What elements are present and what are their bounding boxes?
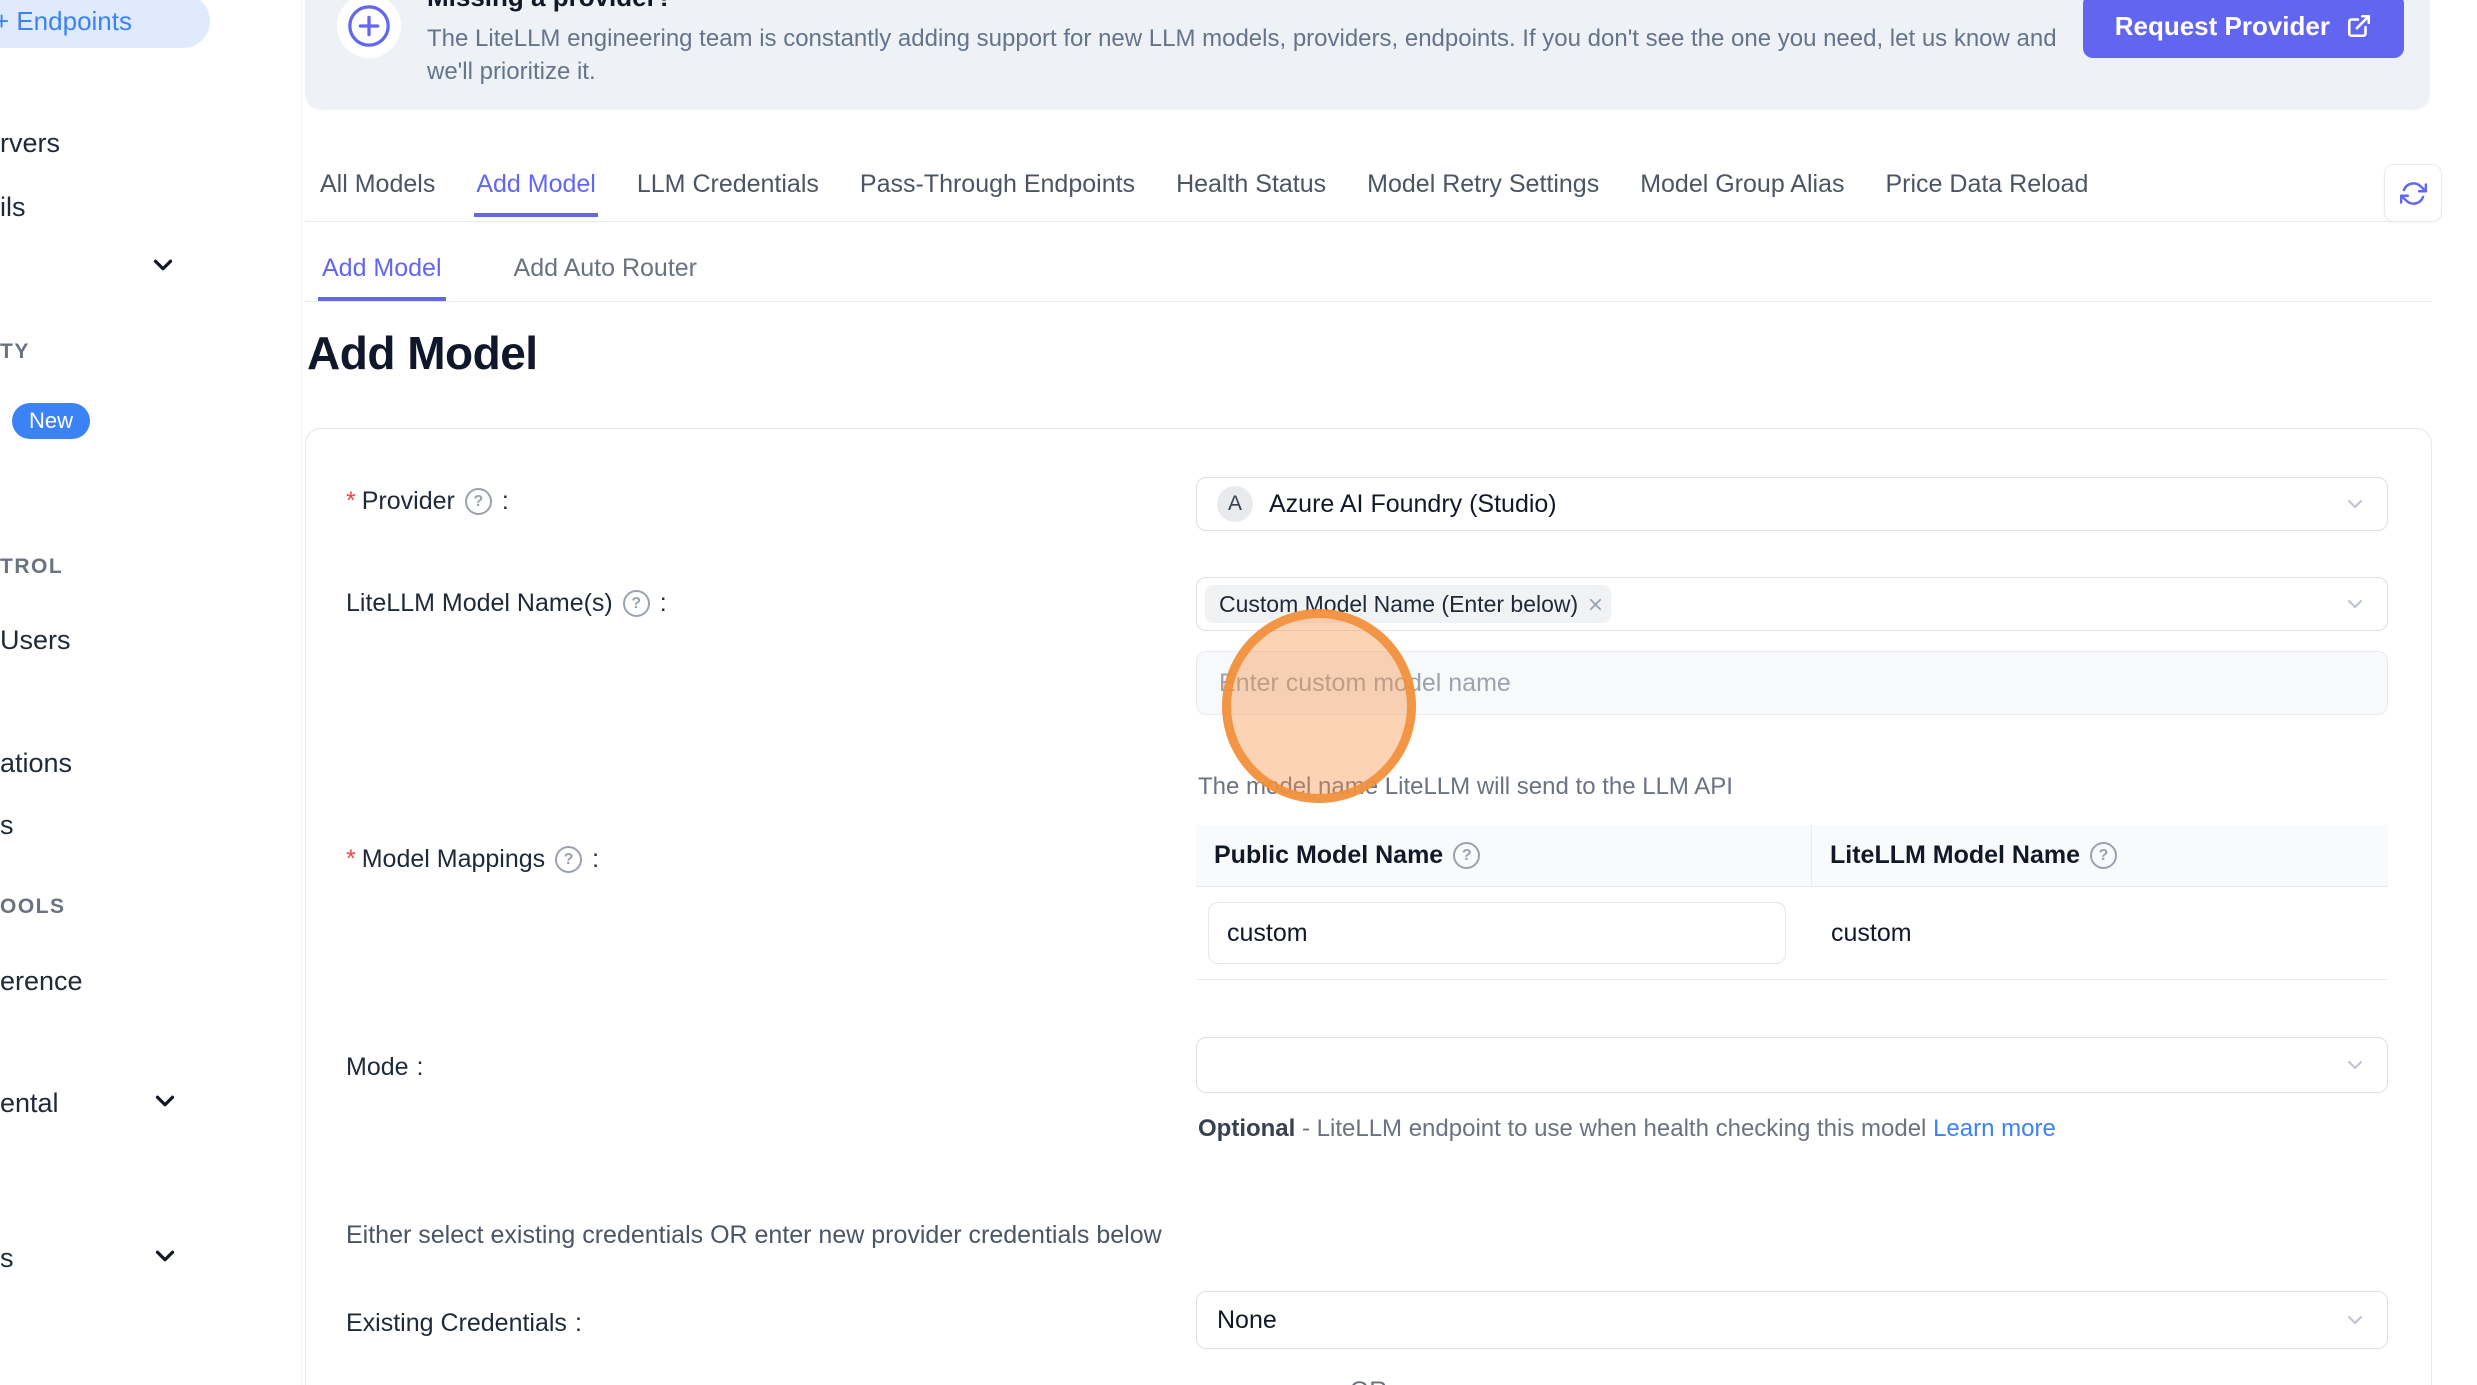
- chevron-down-icon: [2343, 592, 2367, 616]
- sidebar-section-tools: OOLS: [0, 895, 66, 919]
- or-divider: OR: [306, 1377, 2431, 1385]
- public-model-name-header: Public Model Name ?: [1196, 825, 1811, 886]
- litellm-model-name-header: LiteLLM Model Name ?: [1811, 825, 2388, 886]
- new-badge: New: [12, 403, 90, 439]
- chevron-down-icon[interactable]: [148, 250, 178, 280]
- required-mark: *: [346, 487, 356, 516]
- tab-all-models[interactable]: All Models: [318, 168, 437, 217]
- model-names-label: LiteLLM Model Name(s) ? :: [346, 589, 667, 618]
- subtab-add-auto-router[interactable]: Add Auto Router: [510, 252, 701, 301]
- sidebar-item-details[interactable]: ils: [0, 192, 26, 223]
- mode-select[interactable]: [1196, 1037, 2388, 1093]
- request-provider-button[interactable]: Request Provider: [2083, 0, 2404, 58]
- chevron-down-icon: [2343, 492, 2367, 516]
- help-icon[interactable]: ?: [465, 488, 492, 515]
- tab-llm-credentials[interactable]: LLM Credentials: [635, 168, 821, 217]
- sidebar-item-users[interactable]: Users: [0, 625, 71, 656]
- help-icon[interactable]: ?: [1453, 842, 1480, 869]
- sidebar-section-security: TY: [0, 340, 30, 364]
- provider-label: * Provider ? :: [346, 487, 509, 516]
- main-content: Missing a provider? The LiteLLM engineer…: [305, 0, 2432, 1385]
- chevron-down-icon[interactable]: [150, 1241, 180, 1271]
- missing-provider-banner: Missing a provider? The LiteLLM engineer…: [305, 0, 2430, 110]
- tab-add-model[interactable]: Add Model: [474, 168, 598, 217]
- learn-more-link[interactable]: Learn more: [1933, 1115, 2056, 1142]
- banner-description: The LiteLLM engineering team is constant…: [427, 22, 2087, 88]
- mode-helper: Optional - LiteLLM endpoint to use when …: [1198, 1109, 2056, 1149]
- help-icon[interactable]: ?: [623, 590, 650, 617]
- plus-circle-icon: [337, 0, 401, 58]
- existing-credentials-label: Existing Credentials :: [346, 1309, 582, 1338]
- provider-select[interactable]: A Azure AI Foundry (Studio): [1196, 477, 2388, 531]
- tab-model-retry-settings[interactable]: Model Retry Settings: [1365, 168, 1601, 217]
- sidebar-item-servers[interactable]: rvers: [0, 128, 60, 159]
- sidebar-section-control: TROL: [0, 555, 63, 579]
- model-tabs: All Models Add Model LLM Credentials Pas…: [305, 168, 2432, 222]
- help-icon[interactable]: ?: [555, 846, 582, 873]
- refresh-icon: [2400, 180, 2427, 207]
- subtab-add-model[interactable]: Add Model: [318, 252, 446, 301]
- required-mark: *: [346, 845, 356, 874]
- banner-title: Missing a provider?: [427, 0, 673, 13]
- model-names-select[interactable]: Custom Model Name (Enter below): [1196, 577, 2388, 631]
- external-link-icon: [2346, 13, 2372, 39]
- sidebar-item-settings[interactable]: s: [0, 1243, 14, 1274]
- mappings-row: custom: [1196, 887, 2388, 979]
- provider-value: Azure AI Foundry (Studio): [1269, 490, 1557, 519]
- existing-credentials-value: None: [1217, 1306, 1277, 1335]
- sidebar-item-experimental[interactable]: ental: [0, 1088, 59, 1119]
- tab-pass-through-endpoints[interactable]: Pass-Through Endpoints: [858, 168, 1137, 217]
- model-mappings-label: * Model Mappings ? :: [346, 845, 599, 874]
- refresh-button[interactable]: [2384, 164, 2442, 222]
- add-model-form-card: * Provider ? : A Azure AI Foundry (Studi…: [305, 428, 2432, 1385]
- app-root: + Endpoints rvers ils TY New TROL Users …: [0, 0, 2477, 1385]
- model-mappings-table: Public Model Name ? LiteLLM Model Name ?…: [1196, 825, 2388, 980]
- public-model-name-cell: [1196, 902, 1811, 964]
- add-model-subtabs: Add Model Add Auto Router: [305, 252, 2432, 302]
- public-model-name-input[interactable]: [1208, 902, 1786, 964]
- request-provider-label: Request Provider: [2115, 11, 2330, 42]
- page-title: Add Model: [307, 326, 538, 380]
- chevron-down-icon[interactable]: [150, 1086, 180, 1116]
- sidebar-endpoints-label: + Endpoints: [0, 6, 132, 37]
- chevron-down-icon: [2343, 1053, 2367, 1077]
- mode-label: Mode :: [346, 1053, 424, 1082]
- tab-health-status[interactable]: Health Status: [1174, 168, 1328, 217]
- sidebar-item-inference[interactable]: erence: [0, 966, 83, 997]
- sidebar: + Endpoints rvers ils TY New TROL Users …: [0, 0, 302, 1385]
- credentials-note: Either select existing credentials OR en…: [346, 1221, 1162, 1250]
- model-name-tag: Custom Model Name (Enter below): [1205, 585, 1611, 623]
- tab-model-group-alias[interactable]: Model Group Alias: [1638, 168, 1846, 217]
- model-name-helper: The model name LiteLLM will send to the …: [1198, 773, 1733, 801]
- litellm-model-name-cell: custom: [1811, 919, 2388, 948]
- litellm-model-name-value: custom: [1811, 919, 2388, 948]
- sidebar-item-endpoints[interactable]: + Endpoints: [0, 0, 210, 48]
- chevron-down-icon: [2343, 1308, 2367, 1332]
- custom-model-name-input[interactable]: [1196, 651, 2388, 715]
- sidebar-item-teams[interactable]: s: [0, 810, 14, 841]
- remove-tag-icon[interactable]: [1586, 595, 1605, 614]
- provider-avatar: A: [1217, 486, 1253, 522]
- tab-price-data-reload[interactable]: Price Data Reload: [1883, 168, 2090, 217]
- sidebar-item-organizations[interactable]: ations: [0, 748, 72, 779]
- help-icon[interactable]: ?: [2090, 842, 2117, 869]
- mappings-header-row: Public Model Name ? LiteLLM Model Name ?: [1196, 825, 2388, 887]
- existing-credentials-select[interactable]: None: [1196, 1291, 2388, 1349]
